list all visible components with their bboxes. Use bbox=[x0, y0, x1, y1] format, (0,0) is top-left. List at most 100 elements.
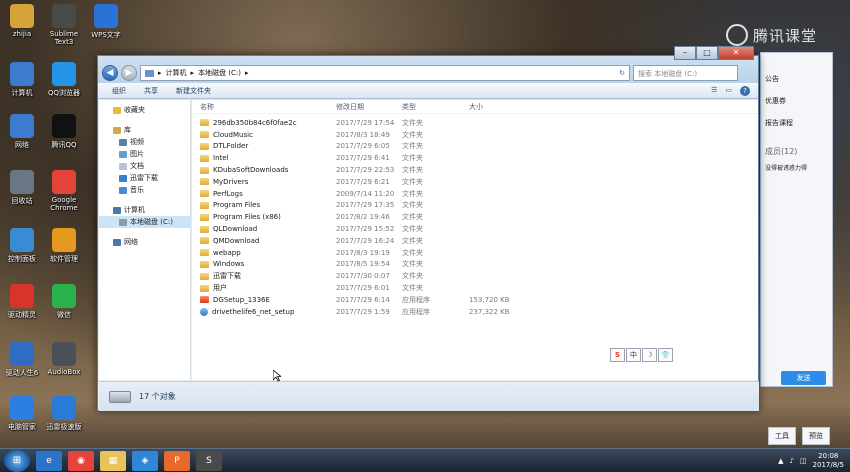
file-row[interactable]: QMDownload 2017/7/29 16:24 文件夹 bbox=[192, 235, 758, 247]
report-course-tab[interactable]: 报告课程 bbox=[761, 115, 832, 131]
desktop-icon[interactable]: 腾讯QQ bbox=[42, 114, 86, 150]
sublime-icon[interactable]: S bbox=[196, 450, 222, 471]
desktop-icon[interactable]: 微信 bbox=[42, 284, 86, 320]
folder-icon bbox=[200, 225, 209, 233]
file-row[interactable]: CloudMusic 2017/8/3 18:49 文件夹 bbox=[192, 129, 758, 141]
chrome-icon[interactable]: ◉ bbox=[68, 450, 94, 471]
file-type: 文件夹 bbox=[402, 236, 423, 245]
coupon-tab[interactable]: 优惠券 bbox=[761, 93, 832, 109]
desktop-icon[interactable]: 软件管理 bbox=[42, 228, 86, 264]
file-row[interactable]: Windows 2017/8/5 19:54 文件夹 bbox=[192, 259, 758, 271]
file-row[interactable]: MyDrivers 2017/7/29 6:21 文件夹 bbox=[192, 176, 758, 188]
back-button[interactable]: ◀ bbox=[102, 65, 118, 81]
desktop-icon-label: 电脑管家 bbox=[8, 423, 36, 431]
address-bar[interactable]: ▸ 计算机 ▸ 本地磁盘 (C:) ▸ ↻ bbox=[140, 65, 630, 81]
file-row[interactable]: 迅雷下载 2017/7/30 0:07 文件夹 bbox=[192, 270, 758, 282]
file-row[interactable]: drivethelife6_net_setup 2017/7/29 1:59 应用程… bbox=[192, 306, 758, 318]
desktop-icon[interactable]: 计算机 bbox=[0, 62, 44, 98]
nav-videos[interactable]: 视频 bbox=[99, 136, 190, 148]
app-icon[interactable]: P bbox=[164, 450, 190, 471]
picture-icon bbox=[119, 150, 127, 158]
desktop-icon[interactable]: 驱动精灵 bbox=[0, 284, 44, 320]
close-button[interactable]: ✕ bbox=[718, 46, 754, 60]
desktop-icon[interactable]: Google Chrome bbox=[42, 170, 86, 212]
maximize-button[interactable]: □ bbox=[696, 46, 718, 60]
nav-computer[interactable]: 计算机 bbox=[99, 204, 190, 216]
file-row[interactable]: 用户 2017/7/29 6:01 文件夹 bbox=[192, 282, 758, 294]
sogou-logo-icon[interactable]: S bbox=[610, 348, 625, 362]
gear-icon bbox=[10, 342, 34, 366]
file-row[interactable]: Program Files (x86) 2017/8/2 19:46 文件夹 bbox=[192, 211, 758, 223]
new-folder-button[interactable]: 新建文件夹 bbox=[176, 86, 211, 96]
package-icon[interactable]: ◈ bbox=[132, 450, 158, 471]
file-row[interactable]: Program Files 2017/7/29 17:35 文件夹 bbox=[192, 200, 758, 212]
view-options-icon[interactable]: ☰ bbox=[711, 86, 717, 96]
file-row[interactable]: webapp 2017/8/3 19:19 文件夹 bbox=[192, 247, 758, 259]
desktop-icon[interactable]: 迅雷极速版 bbox=[42, 396, 86, 432]
desktop-icon[interactable]: 回收站 bbox=[0, 170, 44, 206]
announcement-tab[interactable]: 公告 bbox=[761, 71, 832, 87]
file-row[interactable]: Intel 2017/7/29 6:41 文件夹 bbox=[192, 152, 758, 164]
send-button[interactable]: 发送 bbox=[781, 371, 826, 385]
organize-menu[interactable]: 组织 bbox=[112, 86, 126, 96]
desktop-icon[interactable]: QQ浏览器 bbox=[42, 62, 86, 98]
share-menu[interactable]: 共享 bbox=[144, 86, 158, 96]
member-name[interactable]: 没得被诱惑力得 bbox=[761, 160, 832, 175]
clock[interactable]: 20:08 2017/8/5 bbox=[813, 452, 844, 470]
desktop-icon[interactable]: AudioBox bbox=[42, 342, 86, 376]
desktop-icon[interactable]: 控制面板 bbox=[0, 228, 44, 264]
column-name[interactable]: 名称 bbox=[192, 102, 336, 112]
file-row[interactable]: PerfLogs 2009/7/14 11:20 文件夹 bbox=[192, 188, 758, 200]
file-row[interactable]: DTLFolder 2017/7/29 6:05 文件夹 bbox=[192, 141, 758, 153]
file-name-cell: 迅雷下载 bbox=[192, 271, 336, 281]
nav-documents[interactable]: 文档 bbox=[99, 160, 190, 172]
tray-icon[interactable]: ▲ bbox=[778, 457, 783, 465]
file-name: DTLFolder bbox=[213, 142, 249, 151]
file-date: 2017/7/29 22:53 bbox=[336, 166, 395, 175]
file-type: 文件夹 bbox=[402, 142, 423, 151]
nav-libraries[interactable]: 库 bbox=[99, 124, 190, 136]
nav-thunder-downloads[interactable]: 迅雷下载 bbox=[99, 172, 190, 184]
desktop-icon[interactable]: Sublime Text3 bbox=[42, 4, 86, 46]
network-tray-icon[interactable]: ◫ bbox=[800, 457, 807, 465]
help-icon[interactable]: ? bbox=[740, 85, 750, 96]
desktop-icon[interactable]: zhijia bbox=[0, 4, 44, 38]
breadcrumb-local-disk[interactable]: 本地磁盘 (C:) bbox=[198, 68, 241, 78]
nav-music[interactable]: 音乐 bbox=[99, 184, 190, 196]
search-input[interactable]: 搜索 本地磁盘 (C:) bbox=[633, 65, 738, 81]
desktop-icon[interactable]: 网络 bbox=[0, 114, 44, 150]
skin-shirt-icon[interactable]: 👕 bbox=[658, 348, 673, 362]
nav-local-disk-label: 本地磁盘 (C:) bbox=[130, 218, 173, 226]
volume-icon[interactable]: ♪ bbox=[789, 457, 793, 465]
file-row[interactable]: DGSetup_1336E 2017/7/29 6:14 应用程序 153,720 K… bbox=[192, 294, 758, 306]
file-row[interactable]: KDubaSoftDownloads 2017/7/29 22:53 文件夹 bbox=[192, 164, 758, 176]
nav-network[interactable]: 网络 bbox=[99, 236, 190, 248]
chinese-mode-icon[interactable]: 中 bbox=[626, 348, 641, 362]
desktop-icon[interactable]: 驱动人生6 bbox=[0, 342, 44, 378]
preview-button[interactable]: 预览 bbox=[802, 427, 830, 445]
file-explorer-icon[interactable]: ▦ bbox=[100, 450, 126, 471]
desktop-icon[interactable]: 电脑管家 bbox=[0, 396, 44, 432]
nav-favorites[interactable]: 收藏夹 bbox=[99, 104, 190, 116]
tools-button[interactable]: 工具 bbox=[768, 427, 796, 445]
column-date-modified[interactable]: 修改日期 bbox=[336, 102, 402, 112]
preview-pane-icon[interactable]: ▭ bbox=[725, 86, 732, 96]
file-row[interactable]: 296db350b84c6f0fae2c 2017/7/29 17:54 文件夹 bbox=[192, 117, 758, 129]
ie-icon[interactable]: e bbox=[36, 450, 62, 471]
forward-button[interactable]: ▶ bbox=[121, 65, 137, 81]
mouse-cursor-icon bbox=[273, 370, 281, 382]
file-row[interactable]: QLDownload 2017/7/29 15:52 文件夹 bbox=[192, 223, 758, 235]
punctuation-moon-icon[interactable]: ☽ bbox=[642, 348, 657, 362]
refresh-icon[interactable]: ↻ bbox=[619, 69, 625, 77]
music-icon bbox=[119, 186, 127, 194]
column-type[interactable]: 类型 bbox=[402, 102, 469, 112]
nav-local-disk-c[interactable]: 本地磁盘 (C:) bbox=[99, 216, 190, 228]
nav-pictures[interactable]: 图片 bbox=[99, 148, 190, 160]
file-name: Program Files (x86) bbox=[213, 213, 281, 222]
column-size[interactable]: 大小 bbox=[469, 102, 509, 112]
file-name: QMDownload bbox=[213, 236, 260, 245]
desktop-icon[interactable]: WPS文字 bbox=[84, 4, 128, 40]
minimize-button[interactable]: – bbox=[674, 46, 696, 60]
breadcrumb-computer[interactable]: 计算机 bbox=[166, 68, 187, 78]
start-button[interactable]: ⊞ bbox=[4, 449, 30, 472]
